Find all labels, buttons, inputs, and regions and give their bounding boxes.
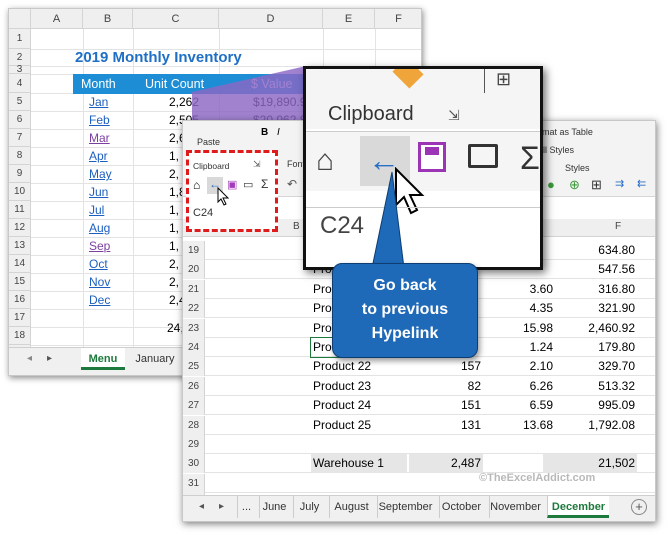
callout-bubble: Go back to previous Hypelink bbox=[332, 263, 478, 358]
callout-line-2: to previous bbox=[361, 301, 449, 318]
callout-line-3: Hypelink bbox=[371, 325, 439, 342]
callout-line-1: Go back bbox=[373, 277, 437, 294]
